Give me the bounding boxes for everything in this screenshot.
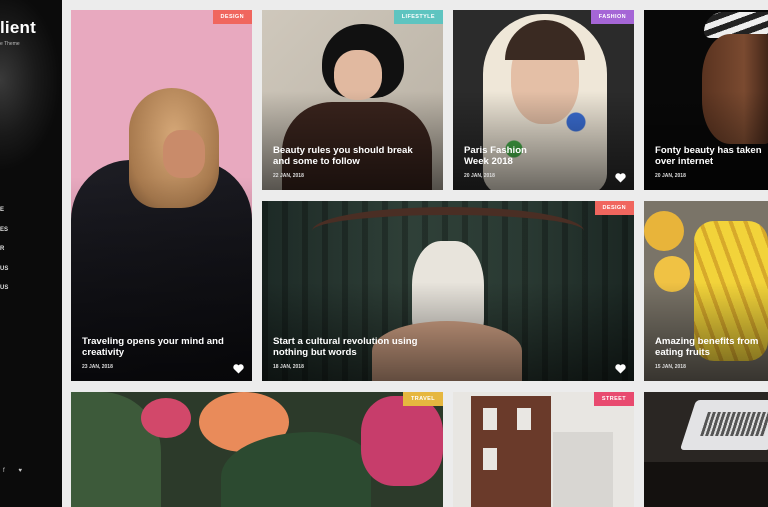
category-tag[interactable]: Design [594,201,634,215]
category-tag[interactable]: Fashion [590,10,634,24]
post-date: 22 JAN, 2018 [273,173,304,179]
post-card-fonty-beauty[interactable]: Fonty beauty has taken over internet 20 … [644,10,768,190]
post-date: 20 JAN, 2018 [655,173,686,179]
category-tag[interactable]: Design [212,10,252,24]
post-title[interactable]: Beauty rules you should break and some t… [273,145,428,167]
nav-item-5[interactable]: US [0,283,8,303]
post-title[interactable]: Start a cultural revolution using nothin… [273,336,423,358]
post-date: 18 JAN, 2018 [273,364,304,370]
post-image [453,392,634,507]
social-links[interactable]: f ♥ [3,468,28,474]
post-date: 15 JAN, 2018 [655,364,686,370]
sidebar-nav: E ES R US US [0,205,8,303]
nav-item-4[interactable]: US [0,264,8,284]
post-card-travel-flowers[interactable]: Travel [71,392,443,507]
post-card-paris-fashion[interactable]: Fashion Paris Fashion Week 2018 20 JAN, … [453,10,634,190]
site-logo[interactable]: lient [0,18,36,38]
post-card-laptop[interactable] [644,392,768,507]
post-image [644,392,768,507]
post-card-beauty-rules[interactable]: Lifestyle Beauty rules you should break … [262,10,443,190]
post-title[interactable]: Fonty beauty has taken over internet [655,145,763,167]
sidebar-background-photo [0,0,62,507]
post-title[interactable]: Amazing benefits from eating fruits [655,336,763,358]
post-title[interactable]: Traveling opens your mind and creativity [82,336,232,358]
heart-icon[interactable] [615,173,626,183]
post-title[interactable]: Paris Fashion Week 2018 [464,145,544,167]
post-image [71,392,443,507]
heart-icon[interactable] [233,364,244,374]
site-tagline: e Theme [0,41,20,47]
post-card-traveling[interactable]: Design Traveling opens your mind and cre… [71,10,252,381]
post-card-fruits[interactable]: Amazing benefits from eating fruits 15 J… [644,201,768,381]
post-date: 20 JAN, 2018 [464,173,495,179]
post-date: 23 JAN, 2018 [82,364,113,370]
nav-item-3[interactable]: R [0,244,8,264]
category-tag[interactable]: Travel [403,392,443,406]
nav-item-2[interactable]: ES [0,225,8,245]
sidebar: lient e Theme E ES R US US f ♥ [0,0,62,507]
nav-item-1[interactable]: E [0,205,8,225]
post-card-cultural-revolution[interactable]: Design Start a cultural revolution using… [262,201,634,381]
category-tag[interactable]: Lifestyle [393,10,443,24]
heart-icon[interactable] [615,364,626,374]
category-tag[interactable]: Street [593,392,634,406]
post-card-street[interactable]: Street [453,392,634,507]
